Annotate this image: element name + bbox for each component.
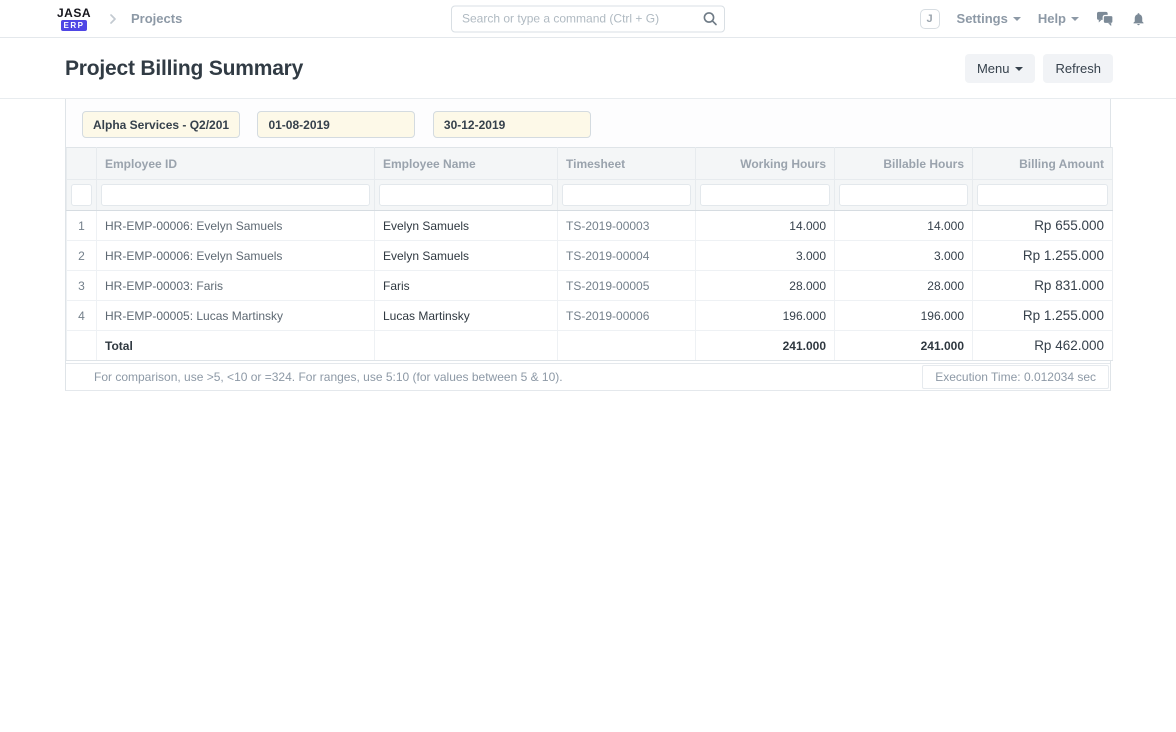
refresh-button[interactable]: Refresh — [1043, 54, 1113, 83]
navbar: JASA ERP Projects J Settings Help — [0, 0, 1176, 38]
working-hours-filter-input[interactable] — [700, 184, 830, 206]
report-filters — [66, 99, 1110, 147]
column-header-timesheet[interactable]: Timesheet — [558, 148, 696, 180]
bell-icon[interactable] — [1131, 11, 1146, 27]
billable-hours-filter-input[interactable] — [839, 184, 968, 206]
execution-time: Execution Time: 0.012034 sec — [922, 365, 1109, 389]
billing-amount-cell[interactable]: Rp 1.255.000 — [973, 241, 1113, 271]
help-dropdown[interactable]: Help — [1038, 11, 1079, 26]
page-head: Project Billing Summary Menu Refresh — [0, 38, 1176, 99]
global-search — [451, 5, 725, 32]
row-number: 1 — [67, 211, 97, 241]
employee-name-cell[interactable]: Evelyn Samuels — [375, 211, 558, 241]
breadcrumb-chevron-icon — [105, 11, 121, 27]
page-actions: Menu Refresh — [965, 54, 1113, 83]
chevron-down-icon — [1071, 17, 1079, 21]
total-employee-name-cell — [375, 331, 558, 361]
billing-amount-cell[interactable]: Rp 831.000 — [973, 271, 1113, 301]
refresh-button-label: Refresh — [1055, 61, 1101, 76]
employee-id-cell[interactable]: HR-EMP-00003: Faris — [97, 271, 375, 301]
column-header-billing-amount[interactable]: Billing Amount — [973, 148, 1113, 180]
billable-hours-cell[interactable]: 28.000 — [835, 271, 973, 301]
header-row: Employee ID Employee Name Timesheet Work… — [67, 148, 1113, 180]
employee-name-filter-input[interactable] — [379, 184, 553, 206]
total-billing-amount: Rp 462.000 — [973, 331, 1113, 361]
row-number-header — [67, 148, 97, 180]
from-date-filter-input[interactable] — [257, 111, 415, 138]
column-header-employee-id[interactable]: Employee ID — [97, 148, 375, 180]
timesheet-cell[interactable]: TS-2019-00005 — [558, 271, 696, 301]
report-container: Employee ID Employee Name Timesheet Work… — [65, 99, 1111, 391]
column-filter-row — [67, 180, 1113, 211]
chevron-down-icon — [1013, 17, 1021, 21]
search-icon[interactable] — [702, 10, 718, 31]
total-working-hours: 241.000 — [696, 331, 835, 361]
billing-amount-filter-input[interactable] — [977, 184, 1108, 206]
column-header-billable-hours[interactable]: Billable Hours — [835, 148, 973, 180]
table-row: 4 HR-EMP-00005: Lucas Martinsky Lucas Ma… — [67, 301, 1113, 331]
employee-id-cell[interactable]: HR-EMP-00006: Evelyn Samuels — [97, 211, 375, 241]
employee-id-filter-input[interactable] — [101, 184, 370, 206]
billable-hours-cell[interactable]: 196.000 — [835, 301, 973, 331]
menu-button[interactable]: Menu — [965, 54, 1036, 83]
row-number: 4 — [67, 301, 97, 331]
filter-hint-text: For comparison, use >5, <10 or =324. For… — [94, 370, 563, 384]
row-number-filter-input[interactable] — [71, 184, 92, 206]
settings-dropdown[interactable]: Settings — [957, 11, 1021, 26]
navbar-right: J Settings Help — [920, 9, 1146, 29]
chevron-down-icon — [1015, 67, 1023, 71]
timesheet-cell[interactable]: TS-2019-00004 — [558, 241, 696, 271]
working-hours-cell[interactable]: 28.000 — [696, 271, 835, 301]
row-number: 2 — [67, 241, 97, 271]
billable-hours-cell[interactable]: 3.000 — [835, 241, 973, 271]
timesheet-cell[interactable]: TS-2019-00006 — [558, 301, 696, 331]
employee-id-cell[interactable]: HR-EMP-00005: Lucas Martinsky — [97, 301, 375, 331]
menu-button-label: Menu — [977, 61, 1010, 76]
total-label: Total — [97, 331, 375, 361]
settings-label: Settings — [957, 11, 1008, 26]
chat-icon[interactable] — [1096, 11, 1114, 27]
row-number: 3 — [67, 271, 97, 301]
column-header-employee-name[interactable]: Employee Name — [375, 148, 558, 180]
column-header-working-hours[interactable]: Working Hours — [696, 148, 835, 180]
table-row: 1 HR-EMP-00006: Evelyn Samuels Evelyn Sa… — [67, 211, 1113, 241]
total-timesheet-cell — [558, 331, 696, 361]
report-footer: For comparison, use >5, <10 or =324. For… — [66, 363, 1110, 390]
working-hours-cell[interactable]: 196.000 — [696, 301, 835, 331]
project-filter-input[interactable] — [82, 111, 240, 138]
employee-name-cell[interactable]: Evelyn Samuels — [375, 241, 558, 271]
employee-id-cell[interactable]: HR-EMP-00006: Evelyn Samuels — [97, 241, 375, 271]
breadcrumb[interactable]: Projects — [131, 11, 182, 26]
timesheet-cell[interactable]: TS-2019-00003 — [558, 211, 696, 241]
employee-name-cell[interactable]: Faris — [375, 271, 558, 301]
row-number — [67, 331, 97, 361]
report-table: Employee ID Employee Name Timesheet Work… — [66, 147, 1113, 361]
working-hours-cell[interactable]: 3.000 — [696, 241, 835, 271]
logo-text-top: JASA — [57, 7, 91, 19]
help-label: Help — [1038, 11, 1066, 26]
logo-text-bottom: ERP — [61, 20, 88, 31]
timesheet-filter-input[interactable] — [562, 184, 691, 206]
total-billable-hours: 241.000 — [835, 331, 973, 361]
employee-name-cell[interactable]: Lucas Martinsky — [375, 301, 558, 331]
table-row: 3 HR-EMP-00003: Faris Faris TS-2019-0000… — [67, 271, 1113, 301]
user-avatar[interactable]: J — [920, 9, 940, 29]
jasa-erp-logo[interactable]: JASA ERP — [57, 7, 91, 31]
total-row: Total 241.000 241.000 Rp 462.000 — [67, 331, 1113, 361]
billing-amount-cell[interactable]: Rp 1.255.000 — [973, 301, 1113, 331]
billing-amount-cell[interactable]: Rp 655.000 — [973, 211, 1113, 241]
billable-hours-cell[interactable]: 14.000 — [835, 211, 973, 241]
to-date-filter-input[interactable] — [433, 111, 591, 138]
table-row: 2 HR-EMP-00006: Evelyn Samuels Evelyn Sa… — [67, 241, 1113, 271]
search-input[interactable] — [451, 5, 725, 32]
page-title: Project Billing Summary — [65, 57, 965, 81]
working-hours-cell[interactable]: 14.000 — [696, 211, 835, 241]
